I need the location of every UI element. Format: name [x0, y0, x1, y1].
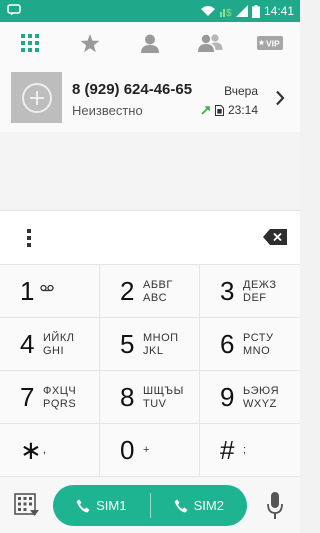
- key-digit: 1: [20, 276, 35, 306]
- microphone-icon[interactable]: [266, 491, 284, 521]
- sim-signal-icon: $: [219, 8, 232, 18]
- dialpad-grid-icon: [21, 34, 39, 52]
- dialpad-key-5[interactable]: 5 МНОП JKL: [100, 318, 200, 371]
- dialpad-key-2[interactable]: 2 АБВГ ABC: [100, 265, 200, 318]
- key-letters-latin: WXYZ: [243, 398, 277, 410]
- key-letters-cyrillic: ИЙКЛ: [43, 332, 75, 344]
- key-letters-latin: MNO: [243, 345, 271, 357]
- message-icon: [7, 4, 21, 16]
- dot-icon: [27, 236, 31, 240]
- sim-card-icon: [214, 104, 224, 116]
- key-digit: 6: [220, 329, 235, 359]
- key-digit: ∗: [20, 435, 42, 465]
- backspace-icon[interactable]: [262, 228, 288, 246]
- key-letters-cyrillic: РСТУ: [243, 332, 274, 344]
- phone-icon: [76, 499, 90, 512]
- key-letters-latin: JKL: [143, 345, 164, 357]
- dialpad-key-7[interactable]: 7 ФХЦЧ PQRS: [0, 371, 100, 424]
- key-digit: 5: [120, 329, 135, 359]
- call-log-item[interactable]: 8 (929) 624-46-65 Неизвестно Вчера 23:14: [0, 64, 300, 132]
- dialpad: 1 2 АБВГ ABC 3 ДЕЖЗ DEF 4 ИЙКЛ GHI 5 МНО…: [0, 264, 300, 477]
- vip-icon: VIP: [257, 36, 283, 50]
- hide-dialpad-icon[interactable]: [14, 493, 40, 519]
- dialpad-key-star[interactable]: ∗ ,: [0, 424, 100, 477]
- sim2-label: SIM2: [193, 498, 224, 513]
- key-letters-latin: DEF: [243, 292, 267, 304]
- call-time: 23:14: [227, 103, 258, 117]
- key-letters-latin: PQRS: [43, 398, 77, 410]
- tab-contacts[interactable]: [120, 22, 180, 64]
- phone-icon: [174, 499, 188, 512]
- key-secondary-char: ,: [43, 444, 47, 456]
- tab-groups[interactable]: [180, 22, 240, 64]
- key-letters-cyrillic: ЬЭЮЯ: [243, 385, 280, 397]
- key-letters-cyrillic: ШЩЪЫ: [143, 385, 184, 397]
- key-digit: 0: [120, 435, 135, 465]
- call-sim2-button[interactable]: SIM2: [151, 485, 248, 526]
- dialpad-key-9[interactable]: 9 ЬЭЮЯ WXYZ: [200, 371, 300, 424]
- key-digit: 9: [220, 382, 235, 412]
- call-details-button[interactable]: [268, 86, 292, 110]
- dialpad-key-8[interactable]: 8 ШЩЪЫ TUV: [100, 371, 200, 424]
- call-date: Вчера: [224, 84, 258, 98]
- call-sim1-button[interactable]: SIM1: [53, 485, 150, 526]
- dialpad-key-3[interactable]: 3 ДЕЖЗ DEF: [200, 265, 300, 318]
- voicemail-icon: [40, 284, 54, 292]
- status-bar: $ 14:41: [0, 0, 300, 22]
- tab-favorites[interactable]: [60, 22, 120, 64]
- key-letters-latin: ABC: [143, 292, 168, 304]
- status-time: 14:41: [263, 4, 294, 18]
- overflow-menu-button[interactable]: [14, 225, 44, 251]
- key-digit: 8: [120, 382, 135, 412]
- key-letters-cyrillic: ДЕЖЗ: [243, 279, 277, 291]
- add-contact-avatar[interactable]: [11, 72, 62, 123]
- call-contact-name: Неизвестно: [72, 103, 143, 118]
- call-number: 8 (929) 624-46-65: [72, 81, 193, 98]
- dialpad-key-6[interactable]: 6 РСТУ MNO: [200, 318, 300, 371]
- dial-input-area[interactable]: [0, 210, 300, 264]
- svg-text:VIP: VIP: [266, 39, 280, 49]
- dialpad-key-4[interactable]: 4 ИЙКЛ GHI: [0, 318, 100, 371]
- outgoing-call-arrow-icon: [201, 106, 210, 115]
- key-digit: 7: [20, 382, 35, 412]
- call-button-group: SIM1 SIM2: [53, 485, 247, 526]
- group-icon: [198, 34, 223, 52]
- dialpad-key-1[interactable]: 1: [0, 265, 100, 318]
- add-contact-icon: [21, 82, 52, 113]
- chevron-right-icon: [276, 90, 285, 106]
- svg-text:$: $: [226, 8, 232, 18]
- key-letters-cyrillic: МНОП: [143, 332, 179, 344]
- battery-icon: [251, 4, 260, 18]
- key-letters-latin: TUV: [143, 398, 167, 410]
- key-digit: 3: [220, 276, 235, 306]
- call-meta: 23:14: [201, 103, 258, 117]
- key-digit: 2: [120, 276, 135, 306]
- wifi-icon: [200, 6, 215, 16]
- dot-icon: [27, 243, 31, 247]
- call-log-list: 8 (929) 624-46-65 Неизвестно Вчера 23:14: [0, 64, 300, 210]
- key-secondary-char: +: [143, 444, 150, 456]
- signal-icon: [235, 5, 248, 17]
- bottom-action-bar: SIM1 SIM2: [0, 476, 300, 533]
- dot-icon: [27, 229, 31, 233]
- sim1-label: SIM1: [96, 498, 127, 513]
- dialpad-key-0[interactable]: 0 +: [100, 424, 200, 477]
- tab-vip[interactable]: VIP: [240, 22, 300, 64]
- tab-keypad[interactable]: [0, 22, 60, 64]
- star-icon: [80, 33, 100, 52]
- key-digit: #: [220, 435, 235, 465]
- key-letters-latin: GHI: [43, 345, 65, 357]
- person-icon: [141, 34, 159, 53]
- key-secondary-char: ;: [243, 444, 247, 456]
- tab-bar: VIP: [0, 22, 300, 64]
- dialpad-key-hash[interactable]: # ;: [200, 424, 300, 477]
- key-letters-cyrillic: ФХЦЧ: [43, 385, 77, 397]
- key-letters-cyrillic: АБВГ: [143, 279, 173, 291]
- key-digit: 4: [20, 329, 35, 359]
